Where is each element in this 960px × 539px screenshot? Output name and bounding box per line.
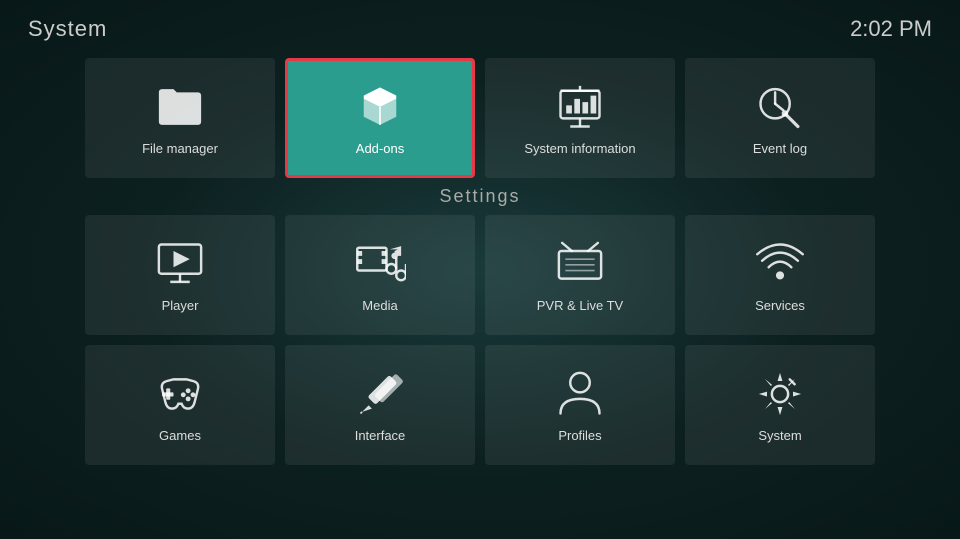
profiles-icon (554, 368, 606, 420)
tile-pvr-live-tv-label: PVR & Live TV (537, 298, 623, 313)
tile-system-information[interactable]: System information (485, 58, 675, 178)
page-title: System (28, 16, 107, 42)
pvr-icon (554, 238, 606, 290)
tile-interface[interactable]: Interface (285, 345, 475, 465)
system-settings-icon (754, 368, 806, 420)
tile-system-information-label: System information (524, 141, 635, 156)
player-icon (154, 238, 206, 290)
services-icon (754, 238, 806, 290)
tile-services-label: Services (755, 298, 805, 313)
tile-media[interactable]: Media (285, 215, 475, 335)
tile-player-label: Player (162, 298, 199, 313)
tile-add-ons[interactable]: Add-ons (285, 58, 475, 178)
tile-interface-label: Interface (355, 428, 406, 443)
tile-profiles-label: Profiles (558, 428, 601, 443)
addons-icon (354, 81, 406, 133)
system-info-icon (554, 81, 606, 133)
tile-event-log[interactable]: Event log (685, 58, 875, 178)
tile-services[interactable]: Services (685, 215, 875, 335)
folder-icon (154, 81, 206, 133)
tile-file-manager-label: File manager (142, 141, 218, 156)
tile-games[interactable]: Games (85, 345, 275, 465)
clock: 2:02 PM (850, 16, 932, 42)
top-tile-row: File manager Add-ons (0, 50, 960, 182)
settings-label: Settings (0, 186, 960, 207)
tile-pvr-live-tv[interactable]: PVR & Live TV (485, 215, 675, 335)
games-icon (154, 368, 206, 420)
event-log-icon (754, 81, 806, 133)
tile-file-manager[interactable]: File manager (85, 58, 275, 178)
tile-add-ons-label: Add-ons (356, 141, 404, 156)
header: System 2:02 PM (0, 0, 960, 50)
tile-player[interactable]: Player (85, 215, 275, 335)
tile-games-label: Games (159, 428, 201, 443)
media-icon (354, 238, 406, 290)
tile-profiles[interactable]: Profiles (485, 345, 675, 465)
settings-row-2: Games Interface Profiles (0, 345, 960, 465)
interface-icon (354, 368, 406, 420)
settings-row-1: Player Media (0, 215, 960, 335)
tile-system[interactable]: System (685, 345, 875, 465)
tile-event-log-label: Event log (753, 141, 807, 156)
tile-media-label: Media (362, 298, 397, 313)
tile-system-label: System (758, 428, 801, 443)
